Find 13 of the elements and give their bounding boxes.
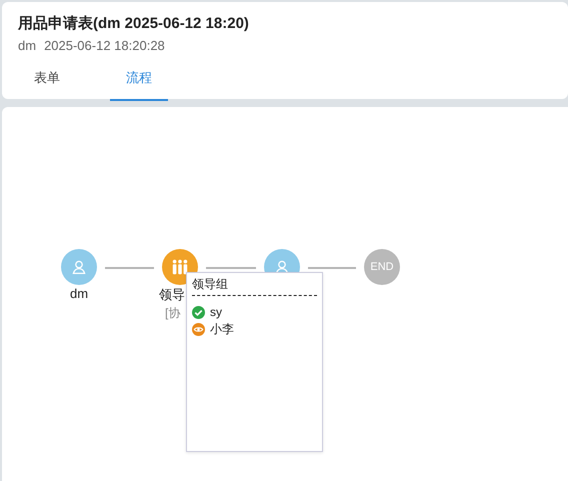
tab[interactable]: 表单 [18, 61, 76, 101]
user-icon [71, 259, 87, 275]
node-sublabel: [协 [165, 305, 180, 322]
tab[interactable]: 流程 [110, 61, 168, 101]
created-time: 2025-06-12 18:20:28 [44, 37, 165, 55]
user-node[interactable] [61, 249, 97, 285]
author-name: dm [18, 37, 36, 55]
member-name: 小李 [210, 321, 234, 338]
node-label: dm [70, 286, 88, 301]
form-title: 用品申请表(dm 2025-06-12 18:20) [18, 14, 250, 34]
popup-title: 领导组 [192, 276, 317, 296]
node-label: 领导 [159, 286, 185, 304]
member-name: sy [210, 305, 222, 319]
